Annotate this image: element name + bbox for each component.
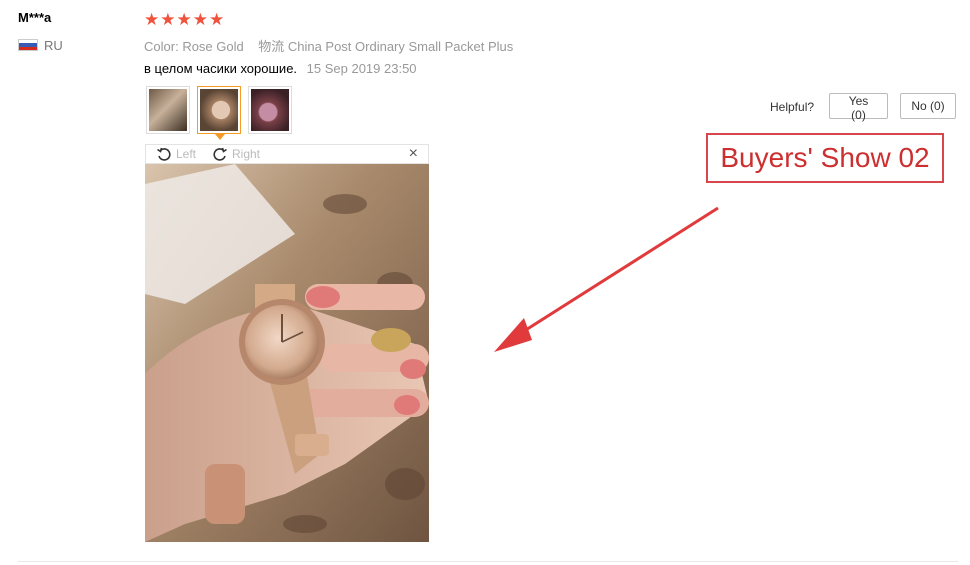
review-date: 15 Sep 2019 23:50 [306,61,417,76]
photo-viewer-toolbar: Left Right × [145,144,429,164]
helpful-label: Helpful? [770,100,815,114]
active-thumbnail-caret-icon [215,134,225,140]
review-text-row: в целом часики хорошие. 15 Sep 2019 23:5… [144,61,417,76]
buyers-show-annotation: Buyers' Show 02 [706,133,944,183]
rotate-left-button[interactable]: Left [156,146,196,162]
review-divider [18,561,958,562]
rotate-right-label: Right [232,147,261,161]
rotate-right-icon [213,147,227,161]
shipping-value: China Post Ordinary Small Packet Plus [287,39,514,54]
rotate-left-label: Left [176,147,197,161]
close-viewer-button[interactable]: × [409,145,418,163]
annotation-arrow-icon [494,206,719,352]
photo-thumbnail-1[interactable] [146,86,190,134]
reviewer-country: RU [44,38,63,53]
helpful-yes-button[interactable]: Yes (0) [829,93,888,122]
russia-flag-icon [18,39,38,51]
review-photo-large [145,164,429,542]
color-value: Rose Gold [182,39,244,54]
rotate-left-icon [157,147,171,161]
rotate-right-button[interactable]: Right [212,146,260,162]
shipping-label: 物流 [258,39,285,54]
photo-thumbnail-2[interactable] [197,86,241,140]
review-photo-thumbnails [146,86,292,140]
photo-thumbnail-3[interactable] [248,86,292,134]
rating-stars: ★★★★★ [144,10,226,29]
color-label: Color: [144,39,179,54]
helpful-no-button[interactable]: No (0) [900,93,956,119]
order-info: Color: Rose Gold 物流 China Post Ordinary … [144,36,513,55]
reviewer-name: M***a [18,10,52,25]
review-text: в целом часики хорошие. [144,61,298,76]
